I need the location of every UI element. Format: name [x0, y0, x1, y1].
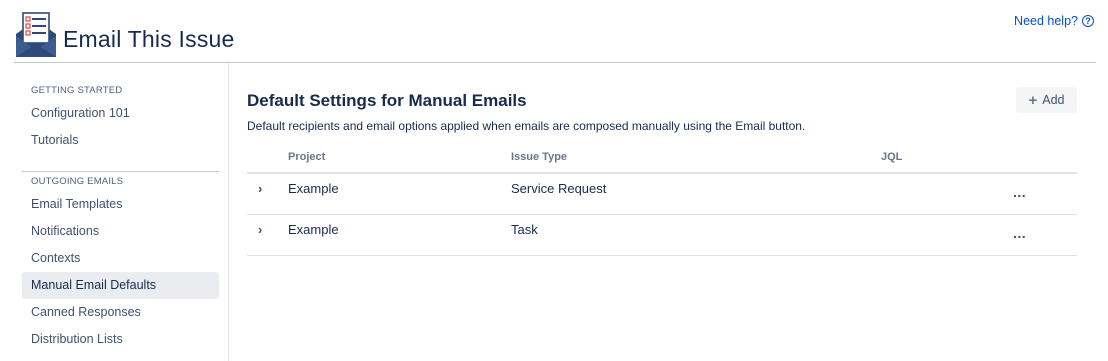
table-row[interactable]: › Example Service Request ... [247, 174, 1077, 215]
more-actions-icon[interactable]: ... [1013, 184, 1026, 200]
page-title: Default Settings for Manual Emails [247, 91, 527, 110]
sidebar-item-contexts[interactable]: Contexts [22, 245, 219, 272]
sidebar-item-manual-email-defaults[interactable]: Manual Email Defaults [22, 272, 219, 299]
column-header-issue-type[interactable]: Issue Type [511, 151, 567, 163]
table-header: Project Issue Type JQL [247, 146, 1077, 174]
need-help-label: Need help? [1014, 14, 1078, 28]
app-title: Email This Issue [63, 26, 235, 52]
sidebar-nav: GETTING STARTED Configuration 101 Tutori… [14, 63, 229, 361]
sidebar-item-distribution-lists[interactable]: Distribution Lists [22, 326, 219, 353]
cell-issue-type: Service Request [511, 181, 607, 196]
table-row[interactable]: › Example Task ... [247, 215, 1077, 256]
cell-project: Example [288, 222, 339, 237]
email-issue-logo-icon [16, 12, 56, 57]
more-actions-icon[interactable]: ... [1013, 225, 1026, 241]
sidebar-item-canned-responses[interactable]: Canned Responses [22, 299, 219, 326]
nav-heading-getting-started: GETTING STARTED [31, 85, 123, 96]
sidebar-item-notifications[interactable]: Notifications [22, 218, 219, 245]
column-header-project[interactable]: Project [288, 151, 325, 163]
page-description: Default recipients and email options app… [247, 119, 806, 133]
add-button[interactable]: + Add [1016, 87, 1077, 113]
cell-issue-type: Task [511, 222, 538, 237]
chevron-right-icon[interactable]: › [258, 222, 262, 237]
manual-defaults-table: Project Issue Type JQL › Example Service… [247, 146, 1077, 256]
chevron-right-icon[interactable]: › [258, 181, 262, 196]
help-circle-icon: ? [1082, 15, 1094, 27]
nav-heading-outgoing-emails: OUTGOING EMAILS [31, 176, 124, 187]
cell-project: Example [288, 181, 339, 196]
sidebar-item-configuration-101[interactable]: Configuration 101 [22, 100, 219, 127]
column-header-jql[interactable]: JQL [881, 151, 902, 163]
plus-icon: + [1028, 91, 1038, 109]
sidebar-item-tutorials[interactable]: Tutorials [22, 127, 219, 154]
sidebar-divider [22, 171, 219, 172]
sidebar-item-email-templates[interactable]: Email Templates [22, 191, 219, 218]
app-header: Email This Issue Need help? ? [0, 0, 1108, 63]
add-button-label: Add [1042, 93, 1065, 107]
need-help-link[interactable]: Need help? ? [1014, 14, 1094, 28]
